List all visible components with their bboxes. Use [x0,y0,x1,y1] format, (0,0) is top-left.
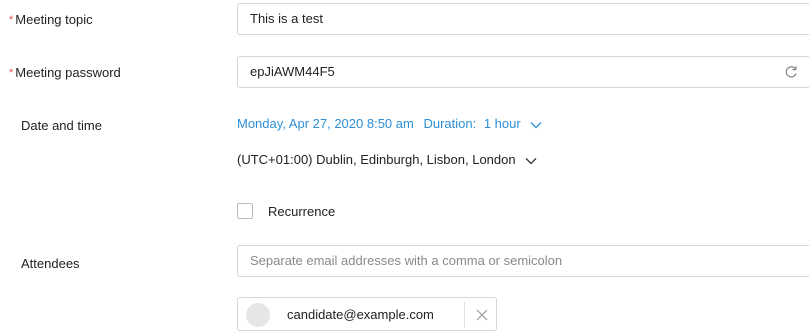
avatar [246,303,270,327]
required-mark: * [9,14,14,26]
required-mark: * [9,67,14,79]
attendee-chip: candidate@example.com [237,297,497,331]
attendees-label: Attendees [21,256,80,271]
date-time-label: Date and time [21,118,102,133]
meeting-password-label: * Meeting password [9,65,121,80]
date-time-row: Monday, Apr 27, 2020 8:50 am Duration: 1… [237,116,542,131]
meeting-topic-field[interactable] [250,4,809,34]
duration-dropdown[interactable]: 1 hour [484,116,521,131]
chip-divider [464,302,465,328]
attendees-field[interactable] [250,246,809,276]
meeting-topic-input[interactable] [237,3,809,35]
attendee-email: candidate@example.com [287,307,434,322]
recurrence-label: Recurrence [268,204,336,219]
attendees-input[interactable] [237,245,809,277]
timezone-row[interactable]: (UTC+01:00) Dublin, Edinburgh, Lisbon, L… [237,152,537,167]
refresh-icon[interactable] [784,65,798,79]
meeting-password-input[interactable] [237,56,809,88]
close-icon[interactable] [476,309,488,321]
timezone-selector[interactable]: (UTC+01:00) Dublin, Edinburgh, Lisbon, L… [237,152,516,167]
chevron-down-icon[interactable] [530,121,542,129]
meeting-password-field[interactable] [250,57,809,87]
duration-label: Duration: [423,116,477,131]
date-time-link[interactable]: Monday, Apr 27, 2020 8:50 am [237,116,414,131]
recurrence-checkbox[interactable] [237,203,253,219]
chevron-down-icon[interactable] [525,157,537,165]
meeting-topic-label: * Meeting topic [9,12,93,27]
